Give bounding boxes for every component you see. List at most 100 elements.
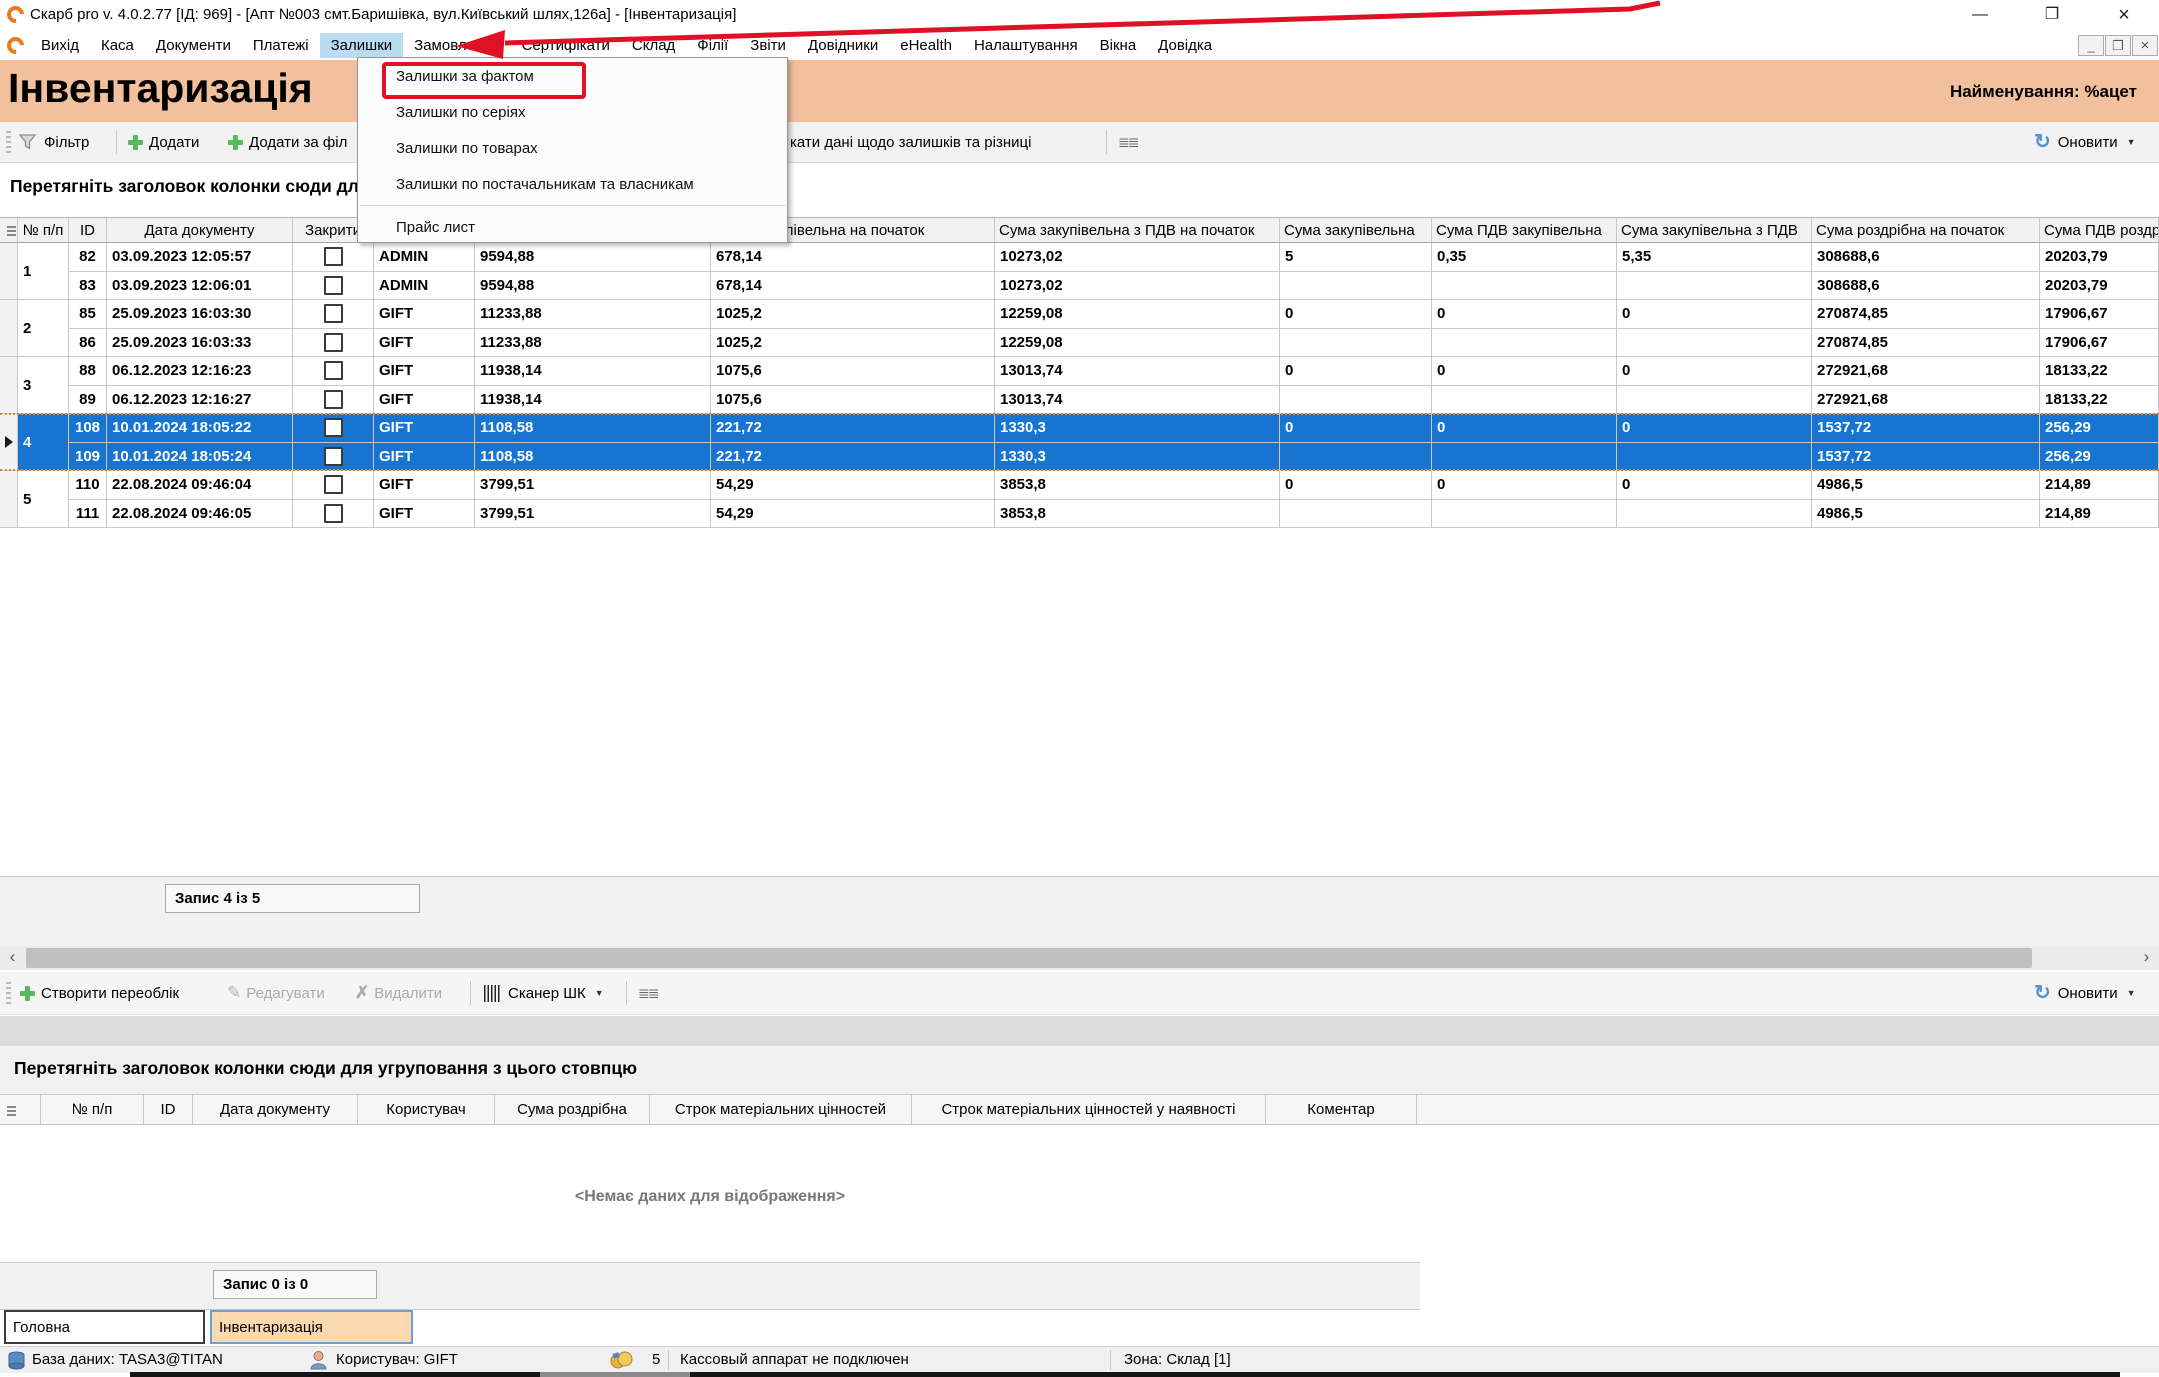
menu-item-Документи[interactable]: Документи xyxy=(145,33,242,58)
closed-checkbox[interactable] xyxy=(324,504,343,523)
closed-checkbox[interactable] xyxy=(324,447,343,466)
grid1-indicator-header[interactable] xyxy=(0,218,18,242)
grid2-column-header[interactable]: Строк матеріальних цінностей у наявності xyxy=(912,1095,1266,1124)
grid2-column-header[interactable]: Коментар xyxy=(1266,1095,1417,1124)
menu-item-Замовлення[interactable]: Замовлення xyxy=(403,33,510,58)
closed-checkbox[interactable] xyxy=(324,475,343,494)
closed-checkbox[interactable] xyxy=(324,304,343,323)
table-row[interactable]: 8625.09.2023 16:03:33GIFT11233,881025,21… xyxy=(69,329,2159,358)
dropdown-item-2[interactable]: Залишки по серіях xyxy=(358,94,787,130)
menu-item-Довідка[interactable]: Довідка xyxy=(1147,33,1223,58)
grid1-column-header[interactable]: Сума закупівельна з ПДВ на початок xyxy=(995,218,1280,242)
grid2-column-header[interactable]: Дата документу xyxy=(193,1095,358,1124)
refresh-button-top[interactable]: ↻ Оновити ▼ xyxy=(2034,122,2136,162)
minimize-button[interactable]: — xyxy=(1962,4,1998,26)
group-rows: 8525.09.2023 16:03:30GIFT11233,881025,21… xyxy=(69,300,2159,357)
closed-checkbox[interactable] xyxy=(324,276,343,295)
menu-item-Склад[interactable]: Склад xyxy=(621,33,686,58)
grid2-column-header[interactable]: Сума роздрібна xyxy=(495,1095,650,1124)
barcode-scanner-button[interactable]: Сканер ШК ▼ xyxy=(484,972,604,1014)
menu-item-Довідники[interactable]: Довідники xyxy=(797,33,889,58)
refresh-button-bottom[interactable]: ↻ Оновити ▼ xyxy=(2034,972,2136,1014)
create-recount-button[interactable]: Створити переоблік xyxy=(20,972,179,1014)
menu-item-Платежі[interactable]: Платежі xyxy=(242,33,320,58)
menu-item-eHealth[interactable]: eHealth xyxy=(889,33,963,58)
toolbar-separator xyxy=(470,981,471,1005)
grid2-header-row[interactable]: № п/пIDДата документуКористувачСума розд… xyxy=(0,1094,2159,1125)
grid-view-button[interactable]: ≣≣ xyxy=(638,972,657,1014)
table-row[interactable]: 11022.08.2024 09:46:04GIFT3799,5154,2938… xyxy=(69,471,2159,500)
menu-item-Залишки[interactable]: Залишки xyxy=(320,33,404,58)
cell-value xyxy=(1280,329,1432,357)
show-data-button[interactable]: кати дані щодо залишків та різниці xyxy=(790,122,1031,162)
closed-checkbox[interactable] xyxy=(324,247,343,266)
menu-item-Налаштування[interactable]: Налаштування xyxy=(963,33,1089,58)
add-branch-button[interactable]: Додати за філ xyxy=(228,122,347,162)
table-row[interactable]: 8303.09.2023 12:06:01ADMIN9594,88678,141… xyxy=(69,272,2159,301)
cell-date: 10.01.2024 18:05:24 xyxy=(107,443,293,471)
horizontal-scrollbar[interactable]: ‹ › xyxy=(0,946,2159,970)
edit-button[interactable]: ✎ Редагувати xyxy=(227,972,325,1014)
scroll-right-arrow[interactable]: › xyxy=(2134,946,2159,970)
toolbar-drag-handle[interactable] xyxy=(6,131,11,153)
table-row[interactable]: 10810.01.2024 18:05:22GIFT1108,58221,721… xyxy=(69,414,2159,443)
grid2-column-header[interactable]: ID xyxy=(144,1095,193,1124)
cell-value: 3853,8 xyxy=(995,471,1280,499)
cell-value: 1075,6 xyxy=(711,386,995,414)
grid1-column-header[interactable]: Сума закупівельна xyxy=(1280,218,1432,242)
grid2-empty-text: <Немає даних для відображення> xyxy=(0,1188,1420,1206)
scroll-left-arrow[interactable]: ‹ xyxy=(0,946,25,970)
mdi-minimize-button[interactable]: _ xyxy=(2078,35,2104,56)
closed-checkbox[interactable] xyxy=(324,361,343,380)
table-row[interactable]: 10910.01.2024 18:05:24GIFT1108,58221,721… xyxy=(69,443,2159,472)
grid-view-button[interactable]: ≣≣ xyxy=(1118,122,1137,162)
menu-item-Сертифікати[interactable]: Сертифікати xyxy=(511,33,621,58)
grid1-column-header[interactable]: № п/п xyxy=(18,218,69,242)
add-button[interactable]: Додати xyxy=(128,122,199,162)
table-row[interactable]: 8203.09.2023 12:05:57ADMIN9594,88678,141… xyxy=(69,243,2159,272)
restore-button[interactable]: ❐ xyxy=(2034,4,2070,26)
grid1-column-header[interactable]: Сума ПДВ закупівельна xyxy=(1432,218,1617,242)
menu-item-Філії[interactable]: Філії xyxy=(686,33,739,58)
dropdown-item-3[interactable]: Залишки по товарах xyxy=(358,130,787,166)
edit-label: Редагувати xyxy=(246,985,325,1002)
tab-inventory[interactable]: Інвентаризація xyxy=(210,1310,413,1344)
mdi-restore-button[interactable]: ❐ xyxy=(2105,35,2131,56)
table-group-3: 38806.12.2023 12:16:23GIFT11938,141075,6… xyxy=(0,357,2159,414)
closed-checkbox[interactable] xyxy=(324,418,343,437)
app-logo-icon xyxy=(4,3,28,27)
grid2-column-header[interactable]: Строк матеріальних цінностей xyxy=(650,1095,912,1124)
table-row[interactable]: 8906.12.2023 12:16:27GIFT11938,141075,61… xyxy=(69,386,2159,415)
dropdown-item-4[interactable]: Залишки по постачальникам та власникам xyxy=(358,166,787,202)
grid1-column-header[interactable]: ID xyxy=(69,218,107,242)
menu-item-Звіти[interactable]: Звіти xyxy=(739,33,797,58)
close-button[interactable]: × xyxy=(2106,4,2142,26)
menu-item-Вікна[interactable]: Вікна xyxy=(1089,33,1148,58)
grid2-indicator-header[interactable] xyxy=(0,1095,41,1124)
cell-value xyxy=(1617,329,1812,357)
table-row[interactable]: 8525.09.2023 16:03:30GIFT11233,881025,21… xyxy=(69,300,2159,329)
scrollbar-thumb[interactable] xyxy=(26,948,2032,968)
mdi-close-button[interactable]: × xyxy=(2132,35,2158,56)
tab-main[interactable]: Головна xyxy=(4,1310,205,1344)
delete-button[interactable]: ✗ Видалити xyxy=(355,972,442,1014)
dropdown-item-5[interactable]: Прайс лист xyxy=(358,209,787,245)
grid1-column-header[interactable]: Сума закупівельна з ПДВ xyxy=(1617,218,1812,242)
menu-separator xyxy=(360,205,785,206)
grid1-column-header[interactable]: Дата документу xyxy=(107,218,293,242)
table-row[interactable]: 8806.12.2023 12:16:23GIFT11938,141075,61… xyxy=(69,357,2159,386)
grid2-column-header[interactable]: Користувач xyxy=(358,1095,495,1124)
toolbar-drag-handle[interactable] xyxy=(6,982,11,1004)
grid2-column-header[interactable]: № п/п xyxy=(41,1095,144,1124)
table-row[interactable]: 11122.08.2024 09:46:05GIFT3799,5154,2938… xyxy=(69,500,2159,529)
cell-id: 83 xyxy=(69,272,107,300)
grid1-column-header[interactable]: Сума роздрібна на початок xyxy=(1812,218,2040,242)
closed-checkbox[interactable] xyxy=(324,333,343,352)
grid1-column-header[interactable]: Сума ПДВ роздрібна xyxy=(2040,218,2159,242)
closed-checkbox[interactable] xyxy=(324,390,343,409)
menu-item-Каса[interactable]: Каса xyxy=(90,33,145,58)
grid1-header-row[interactable]: № п/пIDДата документуЗакритиСума закупів… xyxy=(0,217,2159,243)
grid2-group-hint: Перетягніть заголовок колонки сюди для у… xyxy=(14,1058,637,1079)
menu-item-Вихід[interactable]: Вихід xyxy=(30,33,90,58)
filter-button[interactable]: Фільтр xyxy=(18,122,89,162)
